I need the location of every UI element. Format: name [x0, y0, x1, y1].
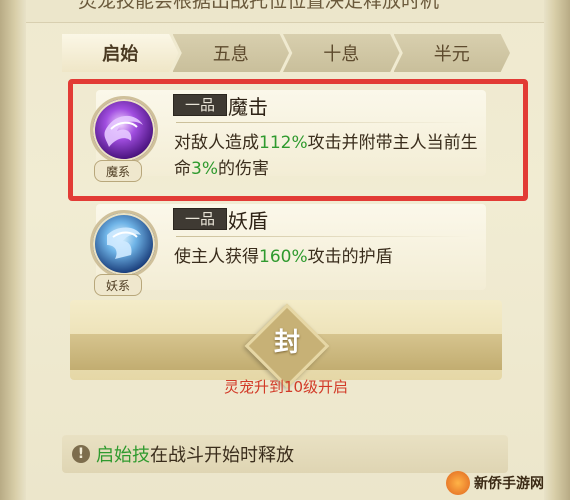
demon-shield-glyph	[107, 227, 141, 259]
header-hint-text: 灵宠技能会根据出战托位位置决定释放时机	[78, 0, 440, 12]
tab-label: 五息	[212, 44, 249, 65]
divider	[176, 236, 472, 237]
watermark-text: 新侨手游网	[474, 476, 544, 492]
footer-info: ! 启始技 在战斗开始时释放	[62, 435, 508, 473]
seal-char: 封	[273, 328, 300, 358]
locked-skill-slot[interactable]: 封 灵宠升到10级开启	[70, 300, 502, 408]
value-highlight: 160%	[259, 247, 308, 267]
header-hint: 灵宠技能会根据出战托位位置决定释放时机	[26, 0, 544, 23]
footer-key: 启始技	[96, 445, 150, 466]
skill-type-tag: 妖系	[94, 274, 142, 296]
skill-description: 使主人获得160%攻击的护盾	[174, 247, 393, 267]
tab-shixi[interactable]: 十息	[283, 34, 400, 72]
tab-banyuan[interactable]: 半元	[393, 34, 510, 72]
unlock-requirement: 灵宠升到10级开启	[223, 378, 349, 396]
demon-shield-icon	[90, 210, 158, 278]
tab-label: 半元	[433, 44, 470, 65]
watermark: 新侨手游网	[446, 470, 564, 496]
skill-grade: 一品	[173, 208, 227, 230]
timing-tabs: 启始 五息 十息 半元	[62, 34, 510, 72]
tab-wuxi[interactable]: 五息	[172, 34, 289, 72]
selection-highlight	[68, 79, 528, 201]
tab-label: 十息	[323, 44, 360, 65]
watermark-logo-icon	[446, 471, 470, 495]
info-icon: !	[72, 445, 90, 463]
tab-qishi[interactable]: 启始	[62, 34, 179, 72]
skill-name: 妖盾	[228, 209, 268, 233]
footer-text: 在战斗开始时释放	[150, 445, 294, 466]
skill-card-yaodun[interactable]: 妖系 一品 妖盾 使主人获得160%攻击的护盾	[76, 196, 486, 296]
tab-label: 启始	[102, 44, 139, 65]
